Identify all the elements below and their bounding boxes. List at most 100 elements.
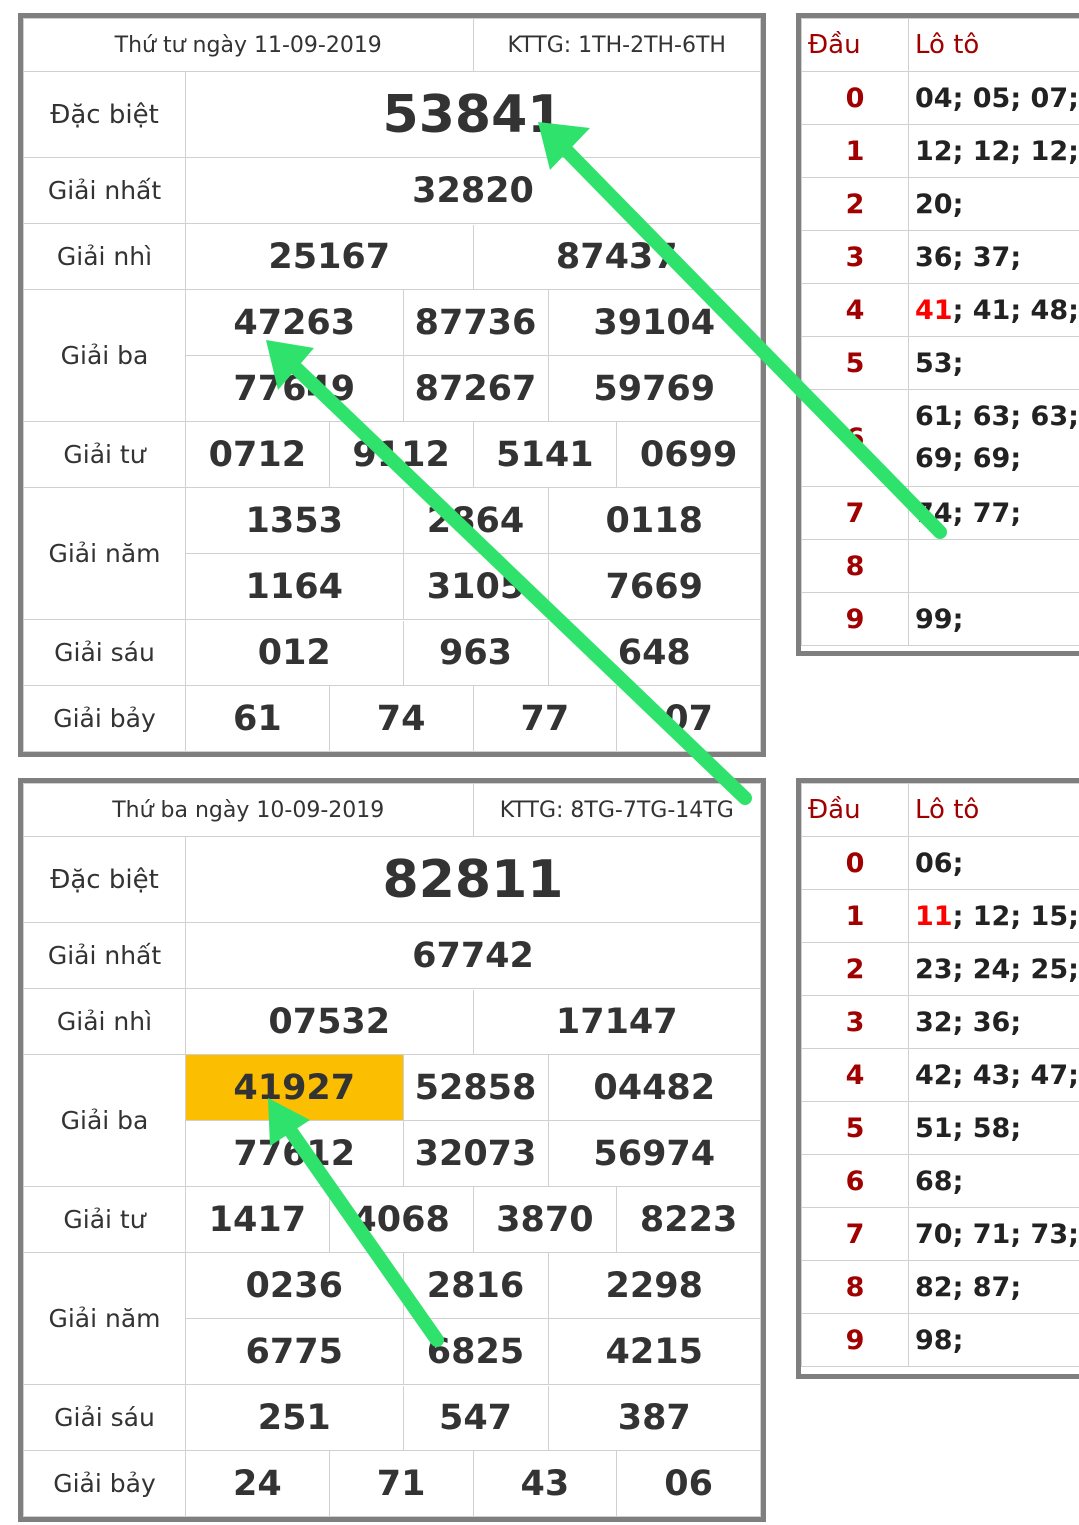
fifth-prize: 0236: [186, 1253, 404, 1319]
fifth-prize: 6825: [403, 1318, 549, 1384]
third-prize: 77612: [186, 1120, 404, 1186]
loto-panel-2: Đầu Lô tô 006; 111; 12; 15; 16 223; 24; …: [796, 778, 1079, 1379]
loto-table-1: Đầu Lô tô 004; 05; 07; 112; 12; 12; 18 2…: [801, 18, 1079, 646]
label-sixth: Giải sáu: [23, 1384, 186, 1451]
fifth-prize: 6775: [186, 1318, 404, 1384]
loto-values: 51; 58;: [908, 1101, 1079, 1155]
draw-date: Thứ tư ngày 11-09-2019: [23, 18, 474, 72]
fourth-prize: 9112: [328, 421, 474, 488]
loto-table-2: Đầu Lô tô 006; 111; 12; 15; 16 223; 24; …: [801, 783, 1079, 1367]
fourth-prize: 0712: [185, 421, 330, 488]
loto-values: 41; 41; 48; 49: [908, 283, 1079, 337]
seventh-prize: 74: [328, 685, 474, 752]
result-table-panel-1: Thứ tư ngày 11-09-2019 KTTG: 1TH-2TH-6TH…: [18, 13, 766, 757]
loto-head-digit: 8: [801, 539, 909, 593]
loto-head-digit: 0: [801, 71, 909, 125]
first-prize: 32820: [185, 157, 761, 224]
fourth-prize: 1417: [185, 1186, 330, 1253]
seventh-prize: 61: [185, 685, 330, 752]
loto-head-digit: 4: [801, 1048, 909, 1102]
loto-head-digit: 1: [801, 124, 909, 178]
loto-head-dau: Đầu: [801, 18, 909, 72]
label-third: Giải ba: [23, 1054, 186, 1187]
label-seventh: Giải bảy: [23, 685, 186, 752]
loto-values: 23; 24; 25; 27: [908, 942, 1079, 996]
loto-values: [908, 539, 1079, 593]
loto-special-value: 41: [915, 294, 953, 326]
sixth-prize: 648: [617, 632, 691, 673]
fourth-prize: 3870: [472, 1186, 618, 1253]
loto-head-digit: 0: [801, 836, 909, 890]
label-special: Đặc biệt: [23, 71, 186, 158]
loto-values: 74; 77;: [908, 486, 1079, 540]
seventh-prize: 43: [472, 1450, 618, 1517]
third-prize: 52858: [403, 1055, 549, 1121]
second-prize: 07532: [186, 989, 474, 1054]
loto-values: 68;: [908, 1154, 1079, 1208]
fourth-prize: 5141: [472, 421, 618, 488]
loto-values: 04; 05; 07;: [908, 71, 1079, 125]
sixth-prize: 251: [186, 1385, 404, 1450]
label-second: Giải nhì: [23, 223, 186, 290]
seventh-prize: 77: [472, 685, 618, 752]
kttg-label: KTTG: 8TG-7TG-14TG: [472, 783, 761, 837]
third-prize: 39104: [548, 290, 760, 356]
second-prize: 25167: [186, 224, 474, 289]
loto-values: 20;: [908, 177, 1079, 231]
loto-values: 53;: [908, 336, 1079, 390]
third-prize: 59769: [593, 368, 716, 409]
loto-head-digit: 9: [801, 592, 909, 646]
loto-head-digit: 1: [801, 889, 909, 943]
loto-values-rest: ; 12; 15; 16: [952, 900, 1079, 932]
fifth-prize: 2864: [403, 488, 549, 554]
loto-values: 99;: [908, 592, 1079, 646]
loto-values: 70; 71; 73; 74: [908, 1207, 1079, 1261]
third-prize: 04482: [548, 1055, 760, 1121]
loto-values: 82; 87;: [908, 1260, 1079, 1314]
fifth-prize: 7669: [605, 566, 703, 607]
label-third: Giải ba: [23, 289, 186, 422]
seventh-prize: 24: [185, 1450, 330, 1517]
third-prize: 56974: [593, 1133, 716, 1174]
third-prize: 32073: [403, 1120, 549, 1186]
loto-values: 06;: [908, 836, 1079, 890]
fifth-prize: 1164: [186, 553, 404, 619]
loto-head-digit: 4: [801, 283, 909, 337]
label-second: Giải nhì: [23, 988, 186, 1055]
fifth-prize: 1353: [186, 488, 404, 554]
loto-head-dau: Đầu: [801, 783, 909, 837]
seventh-prize: 07: [616, 685, 761, 752]
loto-values-line: 61; 63; 63; 64: [915, 401, 1079, 432]
loto-values: 98;: [908, 1313, 1079, 1367]
loto-values: 36; 37;: [908, 230, 1079, 284]
label-seventh: Giải bảy: [23, 1450, 186, 1517]
third-prize: 87736: [403, 290, 549, 356]
loto-values: 12; 12; 12; 18: [908, 124, 1079, 178]
label-fifth: Giải năm: [23, 1252, 186, 1385]
loto-panel-1: Đầu Lô tô 004; 05; 07; 112; 12; 12; 18 2…: [796, 13, 1079, 656]
loto-head-digit: 6: [801, 1154, 909, 1208]
loto-values: 32; 36;: [908, 995, 1079, 1049]
loto-head-digit: 9: [801, 1313, 909, 1367]
loto-head-digit: 7: [801, 1207, 909, 1261]
special-prize: 53841: [185, 71, 761, 158]
result-table-panel-2: Thứ ba ngày 10-09-2019 KTTG: 8TG-7TG-14T…: [18, 778, 766, 1522]
loto-values-rest: ; 41; 48; 49: [952, 294, 1079, 326]
fifth-prize: 2816: [403, 1253, 549, 1319]
loto-head-digit: 2: [801, 177, 909, 231]
loto-values: 11; 12; 15; 16: [908, 889, 1079, 943]
seventh-prize: 71: [328, 1450, 474, 1517]
label-sixth: Giải sáu: [23, 619, 186, 686]
loto-head-digit: 2: [801, 942, 909, 996]
loto-special-value: 11: [915, 900, 953, 932]
result-table-1: Thứ tư ngày 11-09-2019 KTTG: 1TH-2TH-6TH…: [23, 18, 761, 752]
third-prize: 87267: [403, 355, 549, 421]
kttg-label: KTTG: 1TH-2TH-6TH: [472, 18, 761, 72]
loto-head-loto: Lô tô: [908, 18, 1079, 72]
loto-head-digit: 6: [801, 389, 909, 487]
label-first: Giải nhất: [23, 922, 186, 989]
special-prize: 82811: [185, 836, 761, 923]
third-prize-highlighted: 41927: [186, 1055, 404, 1121]
label-fourth: Giải tư: [23, 421, 186, 488]
seventh-prize: 06: [616, 1450, 761, 1517]
